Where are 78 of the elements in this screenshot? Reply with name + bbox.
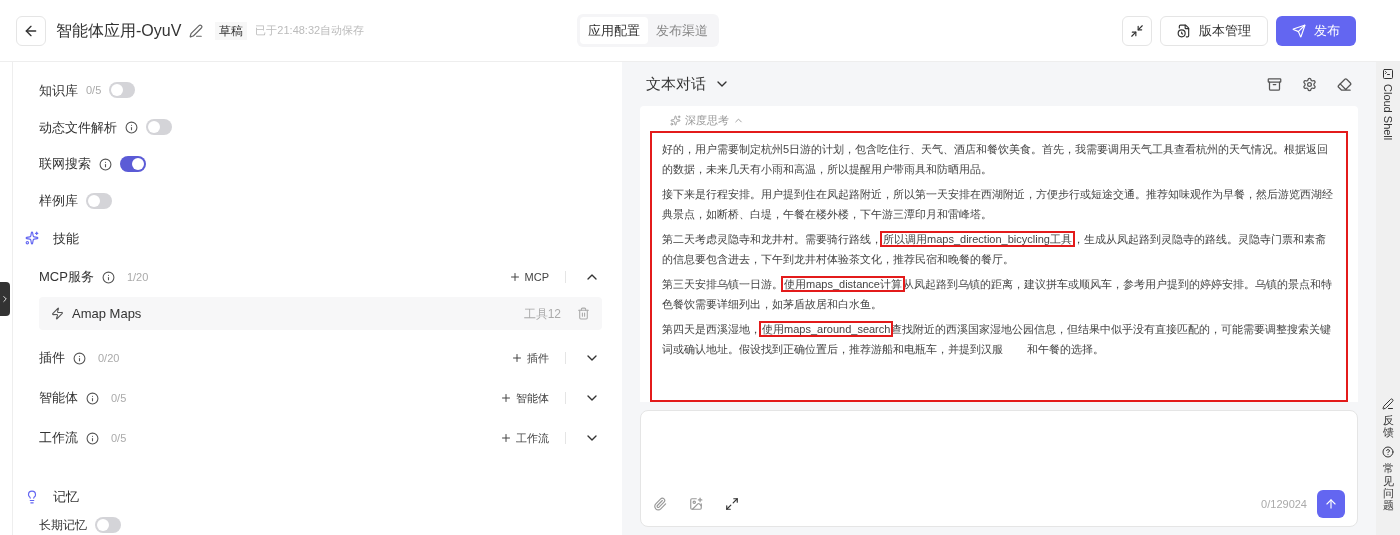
side-link[interactable]: 反馈	[1382, 414, 1394, 439]
attach-icon[interactable]	[653, 497, 667, 511]
char-counter: 0/129024	[1261, 496, 1307, 512]
info-icon	[86, 431, 99, 445]
status-badge: 草稿	[215, 21, 248, 40]
section-title: 记忆	[53, 488, 79, 507]
group-label: 工作流	[39, 429, 78, 448]
toggle-switch[interactable]	[146, 119, 172, 136]
reasoning-paragraph: 好的，用户需要制定杭州5日游的计划，包含吃住行、天气、酒店和餐饮美食。首先，我需要调用天气工具查看杭州的天气情况。根据返回的数据，未来几天有小雨和高温，所以提醒用户带雨具和防晒用品。	[662, 141, 1330, 177]
setting-label: 动态文件解析	[39, 118, 117, 137]
tool-count: 工具12	[523, 305, 561, 323]
setting-label: 长期记忆	[39, 516, 87, 534]
publish-button[interactable]: 发布	[1276, 15, 1356, 46]
add-button[interactable]: MCP	[508, 268, 549, 286]
plus-icon	[500, 392, 512, 405]
service-name: Amap Maps	[72, 304, 142, 323]
send-button[interactable]	[1317, 490, 1345, 518]
add-button[interactable]: 智能体	[500, 389, 549, 407]
toggle-switch[interactable]	[86, 192, 112, 209]
arrow-up-icon	[1324, 497, 1338, 511]
memory-icon	[25, 490, 39, 505]
reasoning-paragraph: 接下来是行程安排。用户提到住在凤起路附近，所以第一天安排在西湖附近，方便步行或短途交通。推荐知味观作为早餐，然后游览西湖经典景点，如断桥、白堤，午餐在楼外楼，下午游三潭印月和雷峰塔。	[662, 186, 1334, 222]
skills-icon	[25, 231, 39, 246]
add-button[interactable]: 工作流	[500, 429, 549, 447]
mode-dropdown[interactable]: 文本对话	[646, 72, 730, 96]
send-icon	[1292, 23, 1306, 38]
image-icon[interactable]	[689, 497, 703, 511]
reasoning-paragraph: 第四天是西溪湿地，使用maps_around_search 查找附近的西溪国家湿地公园信息，但结果中似乎没有直接匹配的，可能需要调整搜索关键词或确认地址。假设找到正确位置后，推荐游船和电瓶车，并提到汉服 和午餐的选择。	[662, 321, 1333, 357]
document-clock-icon	[1177, 23, 1191, 38]
group-label: 插件	[39, 349, 65, 368]
add-button[interactable]: 插件	[511, 349, 549, 367]
group-label: MCP服务	[39, 268, 94, 287]
box-icon[interactable]	[1267, 76, 1282, 92]
side-link[interactable]: 常见问题	[1382, 462, 1394, 511]
reasoning-paragraph: 第二天考虑灵隐寺和龙井村。需要骑行路线，所以调用maps_direction_bicycling工具，生成从凤起路到灵隐寺的路线。灵隐寺门票和素斋的信息要包含进去，下午到龙井村体验茶文化，推荐民宿和晚餐的餐厅。	[662, 231, 1327, 267]
help-icon	[1382, 446, 1394, 459]
annotation-box: 使用maps_around_search	[761, 322, 892, 335]
tab[interactable]: 应用配置	[580, 16, 649, 45]
plus-icon	[500, 432, 512, 445]
chevron-right-icon	[0, 293, 10, 304]
section-title: 技能	[53, 229, 79, 248]
autosave-text: 已于21:48:32自动保存	[255, 23, 365, 39]
eraser-icon[interactable]	[1337, 76, 1352, 92]
info-icon	[86, 391, 99, 405]
info-icon	[73, 351, 86, 365]
count-text: 0/5	[86, 83, 102, 99]
reasoning-paragraph: 第三天安排乌镇一日游。使用maps_distance计算 从凤起路到乌镇的距离，建议拼车或顺风车，参考用户提到的婷婷安排。乌镇的景点和特色餐饮需要详细列出，如茅盾故居和白水鱼。	[662, 276, 1333, 312]
toggle-switch[interactable]	[120, 156, 146, 173]
plus-icon	[511, 352, 523, 365]
expand-icon[interactable]	[725, 497, 739, 511]
minimize-icon	[1130, 23, 1144, 38]
terminal-icon	[1382, 68, 1394, 80]
back-button[interactable]	[16, 15, 46, 46]
annotation-box: 使用maps_distance计算	[783, 277, 903, 290]
info-icon	[101, 270, 115, 284]
count-text: 0/5	[111, 430, 127, 446]
service-row[interactable]: Amap Maps 工具12	[39, 297, 602, 331]
setting-label: 联网搜索	[39, 155, 91, 174]
version-button[interactable]: 版本管理	[1160, 15, 1268, 46]
settings-icon[interactable]	[1302, 76, 1317, 92]
app-title: 智能体应用-OyuV	[56, 20, 182, 41]
sparkle-icon	[670, 114, 681, 126]
toggle-switch[interactable]	[95, 516, 121, 533]
edit-icon[interactable]	[189, 23, 204, 38]
setting-label: 知识库	[39, 81, 78, 100]
lightning-icon	[51, 307, 64, 321]
setting-label: 样例库	[39, 192, 78, 211]
count-text: 0/5	[111, 390, 127, 406]
count-text: 1/20	[126, 269, 149, 285]
annotation-box: 所以调用maps_direction_bicycling工具	[882, 232, 1073, 245]
group-label: 智能体	[39, 389, 78, 408]
pen-icon	[1382, 398, 1394, 411]
toggle-switch[interactable]	[109, 82, 136, 99]
plus-icon	[508, 271, 521, 284]
side-link[interactable]: Cloud Shell	[1379, 84, 1397, 141]
count-text: 0/20	[98, 350, 120, 366]
minimize-button[interactable]	[1122, 15, 1152, 46]
expand-handle[interactable]	[0, 281, 10, 316]
